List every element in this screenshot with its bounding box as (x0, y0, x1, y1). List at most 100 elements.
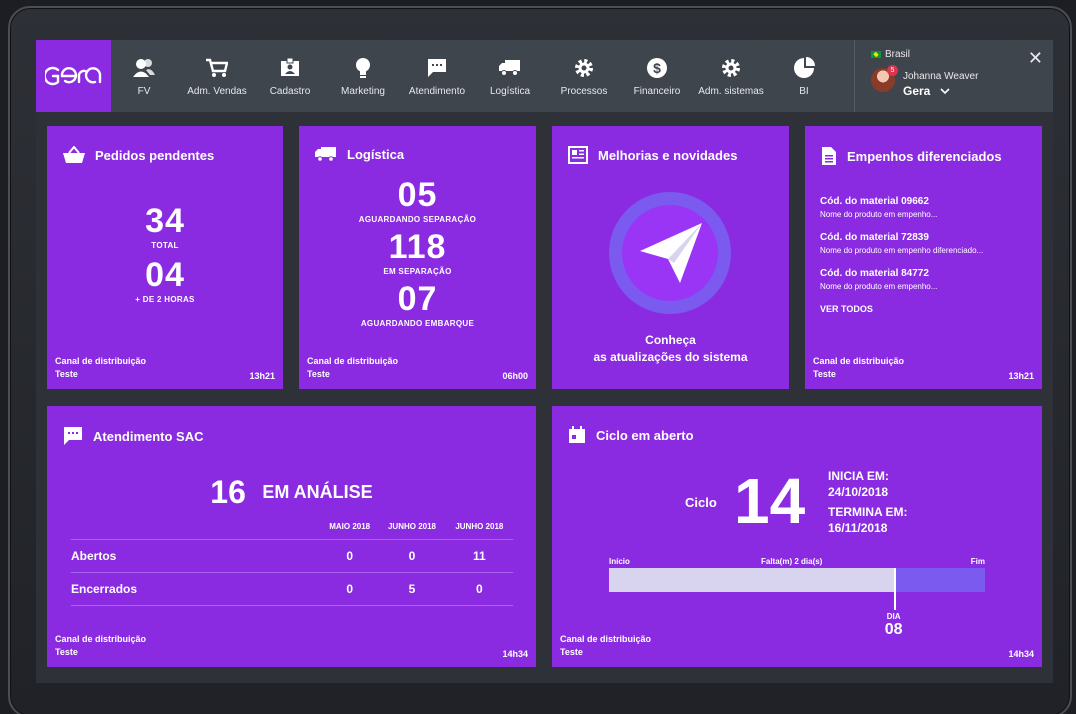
pie-chart-icon (791, 56, 817, 80)
nav-label: Processos (560, 85, 608, 97)
over-2h-label: + DE 2 HORAS (135, 295, 195, 304)
card-pedidos-pendentes[interactable]: Pedidos pendentes 34 TOTAL 04 + DE 2 HOR… (47, 126, 283, 389)
card-title: Ciclo em aberto (568, 426, 694, 444)
gera-logo[interactable] (36, 40, 111, 112)
nav-item-fv[interactable]: FV (111, 40, 177, 112)
card-time: 06h00 (502, 371, 528, 381)
gear-icon (718, 56, 744, 80)
list-item[interactable]: Cód. do material 84772 Nome do produto e… (820, 268, 1030, 291)
list-item[interactable]: Cód. do material 72839 Nome do produto e… (820, 232, 1030, 255)
awaiting-shipment-value: 07 (397, 280, 438, 318)
card-title-label: Pedidos pendentes (95, 147, 215, 163)
nav-item-logistica[interactable]: Logística (471, 40, 549, 112)
card-footer: Canal de distribuição Teste (55, 633, 146, 659)
cart-icon (204, 56, 230, 80)
svg-text:$: $ (653, 60, 661, 76)
card-footer: Canal de distribuição Teste (307, 355, 398, 381)
user-panel: Brasil 5 Johanna Weaver Gera ✕ (854, 40, 1053, 112)
bar-remaining-label: Falta(m) 2 dia(s) (761, 557, 823, 566)
current-day-marker (893, 568, 896, 610)
channel-value: Teste (560, 647, 583, 657)
card-title-label: Atendimento SAC (93, 428, 204, 444)
close-icon[interactable]: ✕ (1028, 48, 1043, 69)
updates-promo: Conheça as atualizações do sistema (552, 332, 789, 366)
nav-item-bi[interactable]: BI (767, 40, 841, 112)
truck-icon (497, 56, 523, 80)
company-selector[interactable]: Gera (903, 84, 950, 98)
table-row: Abertos 0 0 11 (71, 539, 513, 573)
empenhos-list: Cód. do material 09662 Nome do produto e… (820, 196, 1030, 314)
nav-label: Logística (489, 85, 531, 97)
cycle-label: Ciclo (685, 495, 717, 510)
end-date: 16/11/2018 (828, 521, 888, 535)
card-empenhos-diferenciados[interactable]: Empenhos diferenciados Cód. do material … (805, 126, 1042, 389)
in-separation-label: EM SEPARAÇÃO (383, 267, 452, 276)
awaiting-separation-value: 05 (397, 176, 438, 214)
nav-label: Financeiro (633, 85, 681, 97)
card-title: Atendimento SAC (63, 426, 204, 446)
card-time: 13h21 (1008, 371, 1034, 381)
channel-label: Canal de distribuição (55, 634, 147, 644)
card-atendimento-sac[interactable]: Atendimento SAC 16 EM ANÁLISE MAIO 2018 … (47, 406, 536, 667)
channel-label: Canal de distribuição (560, 634, 652, 644)
cycle-progress-bar (609, 568, 985, 610)
nav-item-marketing[interactable]: Marketing (323, 40, 403, 112)
awaiting-separation-label: AGUARDANDO SEPARAÇÃO (358, 215, 477, 224)
card-title-label: Empenhos diferenciados (847, 148, 1002, 164)
nav-label: BI (799, 85, 809, 97)
row-label: Abertos (71, 539, 321, 573)
card-title-label: Ciclo em aberto (596, 427, 694, 443)
country-label: Brasil (885, 49, 911, 60)
over-2h-value: 04 (145, 256, 185, 294)
notification-badge[interactable]: 5 (887, 65, 898, 76)
card-time: 14h34 (1008, 649, 1034, 659)
nav-item-financeiro[interactable]: $ Financeiro (619, 40, 695, 112)
company-label: Gera (903, 84, 931, 98)
cell: 5 (378, 572, 446, 606)
card-logistica[interactable]: Logística 05 AGUARDANDO SEPARAÇÃO 118 EM… (299, 126, 536, 389)
truck-icon (315, 147, 336, 162)
channel-label: Canal de distribuição (307, 356, 399, 366)
paper-plane-icon (640, 223, 702, 283)
sac-summary: 16 EM ANÁLISE (47, 474, 536, 511)
nav-item-adm-sistemas[interactable]: Adm. sistemas (695, 40, 767, 112)
cell: 0 (445, 572, 513, 606)
column-header: JUNHO 2018 (387, 522, 436, 531)
see-all-link[interactable]: VER TODOS (820, 304, 1030, 314)
card-title-label: Logística (347, 146, 405, 162)
card-title: Melhorias e novidades (568, 146, 737, 164)
main-nav: FV Adm. Vendas Cadastro Marketing Atendi… (111, 40, 841, 112)
product-name: Nome do produto em empenho... (820, 210, 938, 219)
chat-icon (424, 56, 450, 80)
basket-icon (63, 146, 85, 163)
cell: 11 (445, 539, 513, 573)
lightbulb-icon (350, 56, 376, 80)
country-selector[interactable]: Brasil (871, 49, 910, 60)
promo-line-2: as atualizações do sistema (593, 350, 748, 364)
day-label: DIA (886, 612, 901, 621)
product-name: Nome do produto em empenho... (820, 282, 938, 291)
card-ciclo-em-aberto[interactable]: Ciclo em aberto Ciclo 14 INICIA EM: 24/1… (552, 406, 1042, 667)
total-value: 34 (145, 202, 185, 240)
day-value: 08 (884, 621, 903, 638)
card-time: 14h34 (502, 649, 528, 659)
promo-line-1: Conheça (645, 333, 696, 347)
nav-item-adm-vendas[interactable]: Adm. Vendas (177, 40, 257, 112)
nav-item-atendimento[interactable]: Atendimento (403, 40, 471, 112)
cycle-progress-fill (609, 568, 895, 592)
list-item[interactable]: Cód. do material 09662 Nome do produto e… (820, 196, 1030, 219)
material-code: Cód. do material 09662 (820, 196, 929, 207)
nav-item-cadastro[interactable]: Cadastro (257, 40, 323, 112)
bar-end-label: Fim (970, 557, 985, 566)
cell: 0 (378, 539, 446, 573)
paper-plane-badge (609, 192, 731, 314)
row-label: Encerrados (71, 572, 321, 606)
id-card-icon (277, 56, 303, 80)
start-date: 24/10/2018 (828, 485, 889, 499)
total-label: TOTAL (151, 241, 179, 250)
card-time: 13h21 (249, 371, 275, 381)
card-melhorias-novidades[interactable]: Melhorias e novidades Conheça as atualiz… (552, 126, 789, 389)
nav-item-processos[interactable]: Processos (549, 40, 619, 112)
card-footer: Canal de distribuição Teste (560, 633, 651, 659)
nav-label: Adm. Vendas (187, 85, 247, 97)
